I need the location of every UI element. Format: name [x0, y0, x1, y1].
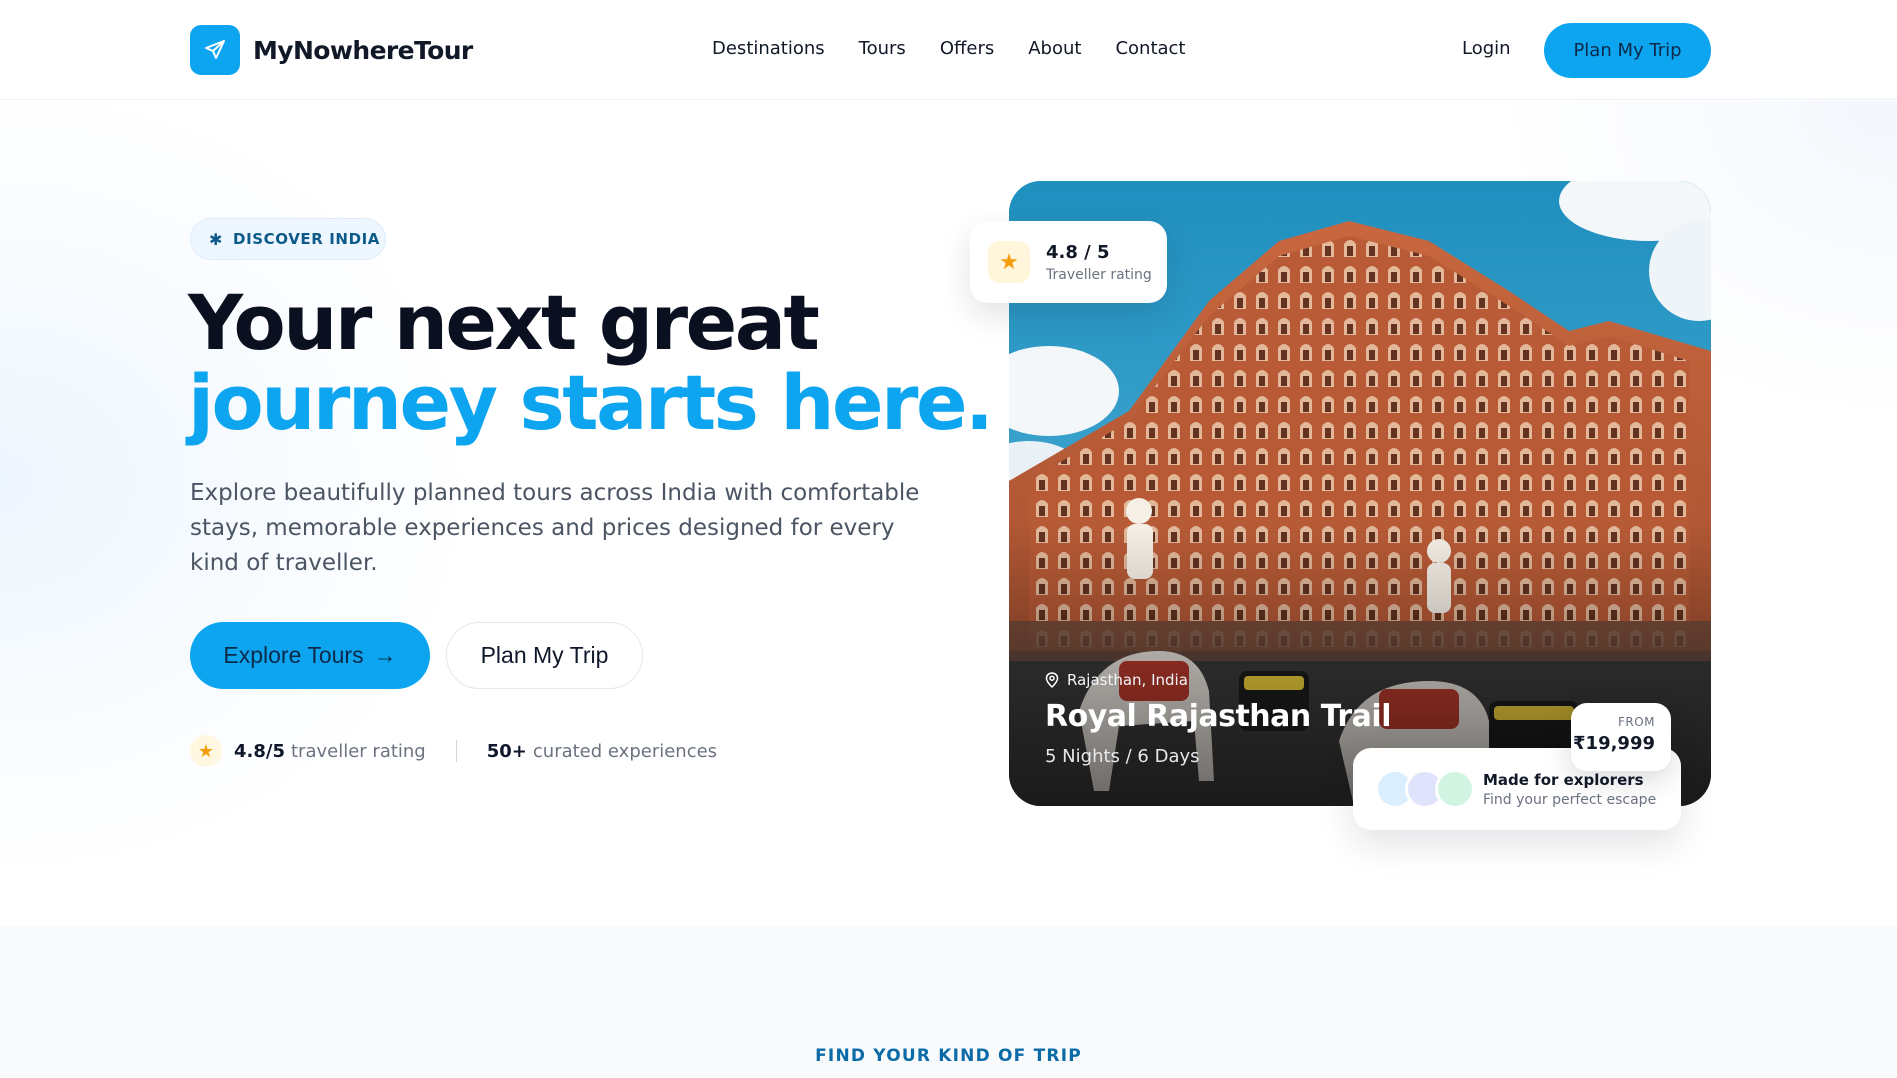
rating-card-label: Traveller rating	[1046, 266, 1152, 283]
hero-title: Your next great journey starts here.	[188, 278, 994, 447]
location-pin-icon	[1045, 672, 1059, 688]
rating-label: traveller rating	[291, 740, 426, 762]
badge-label: DISCOVER INDIA	[233, 230, 381, 248]
star-icon: ★	[988, 241, 1030, 283]
star-icon: ★	[190, 735, 222, 767]
nav-tours[interactable]: Tours	[859, 38, 906, 59]
top-navbar: MyNowhereTour Destinations Tours Offers …	[0, 0, 1897, 100]
plan-my-trip-secondary-button[interactable]: Plan My Trip	[446, 622, 643, 689]
experiences-value: 50+	[486, 740, 527, 762]
hero-lead: Explore beautifully planned tours across…	[190, 480, 920, 576]
price-label: FROM	[1617, 715, 1655, 729]
price-card: FROM ₹19,999	[1571, 703, 1671, 771]
explore-tours-button[interactable]: Explore Tours →	[190, 622, 430, 689]
explorers-subtitle: Find your perfect escape	[1483, 791, 1657, 808]
experiences-label: curated experiences	[532, 740, 718, 762]
brand-name: MyNowhereTour	[253, 35, 473, 65]
nav-contact[interactable]: Contact	[1115, 38, 1185, 59]
avatar-group	[1375, 769, 1477, 809]
login-link[interactable]: Login	[1462, 38, 1511, 59]
hero-title-line1: Your next great	[188, 278, 820, 367]
plan-my-trip-button[interactable]: Plan My Trip	[1544, 23, 1711, 78]
stats-divider	[455, 740, 457, 762]
tour-duration: 5 Nights / 6 Days	[1045, 746, 1200, 767]
tour-location-label: Rajasthan, India	[1067, 671, 1188, 689]
arrow-right-icon: →	[373, 642, 397, 668]
nav-about[interactable]: About	[1028, 38, 1081, 59]
rating-value: 4.8/5	[234, 740, 285, 762]
plane-icon	[190, 25, 240, 75]
sparkle-icon: ✱	[209, 229, 224, 249]
nav-destinations[interactable]: Destinations	[712, 38, 825, 59]
nav-offers[interactable]: Offers	[940, 38, 994, 59]
rating-card: ★ 4.8 / 5 Traveller rating	[970, 221, 1167, 303]
main-nav: Destinations Tours Offers About Contact	[712, 38, 1185, 59]
price-value: ₹19,999	[1573, 733, 1655, 754]
hero-title-line2: journey starts here.	[188, 358, 994, 447]
rating-card-value: 4.8 / 5	[1046, 241, 1110, 263]
discover-badge: ✱ DISCOVER INDIA	[190, 218, 386, 260]
brand-logo[interactable]: MyNowhereTour	[190, 25, 473, 75]
hero-stats: ★ 4.8/5 traveller rating 50+ curated exp…	[190, 734, 717, 768]
tour-location: Rajasthan, India	[1045, 671, 1188, 689]
section-eyebrow: FIND YOUR KIND OF TRIP	[815, 1046, 1082, 1066]
explore-tours-label: Explore Tours	[223, 642, 364, 668]
avatar	[1435, 769, 1475, 809]
explorers-title: Made for explorers	[1483, 770, 1644, 789]
tour-title: Royal Rajasthan Trail	[1045, 699, 1391, 734]
